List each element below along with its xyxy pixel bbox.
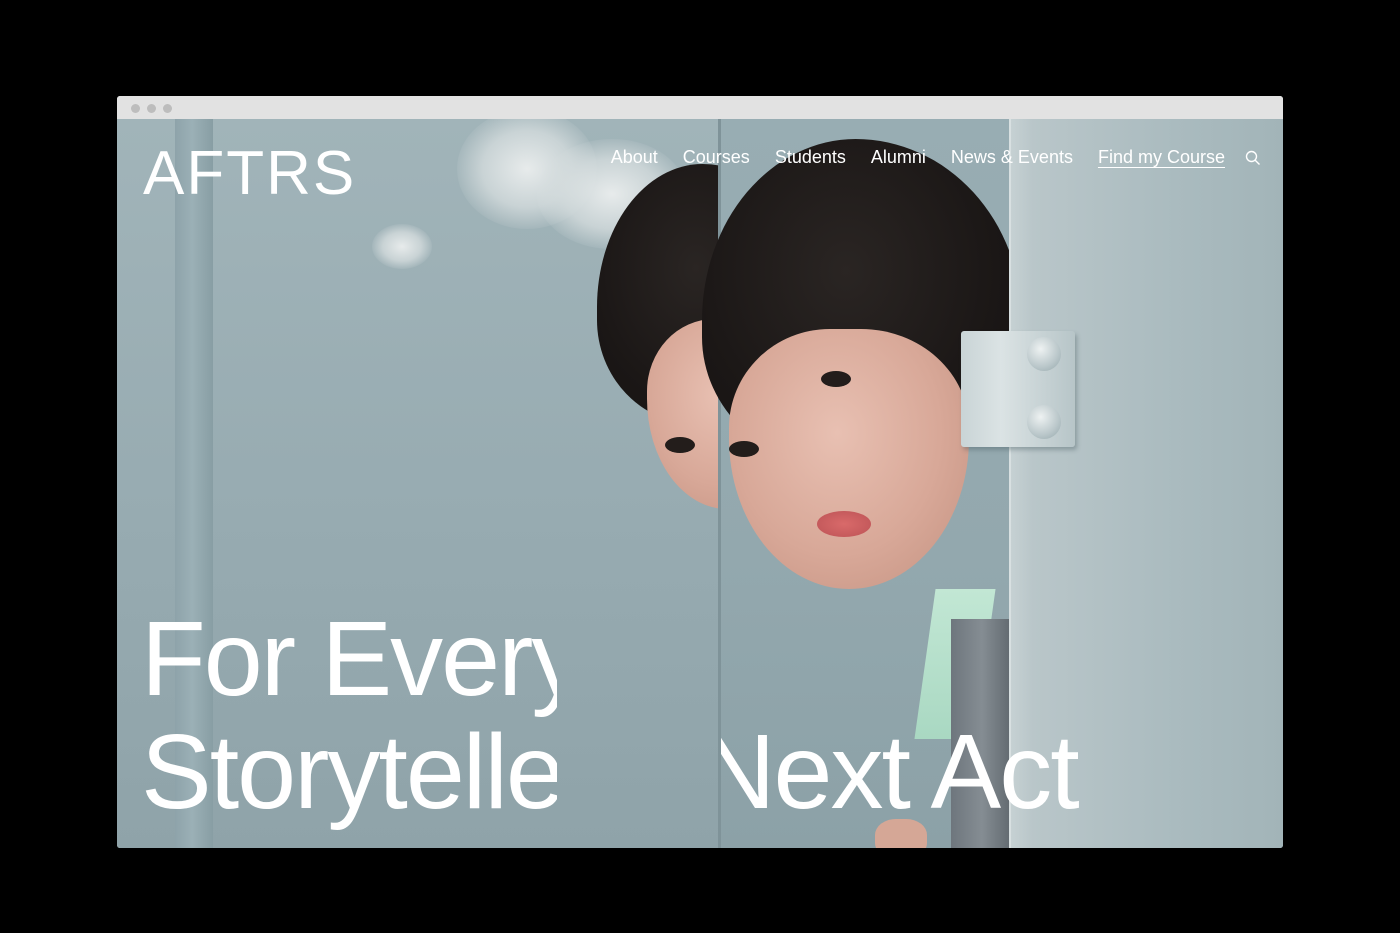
child-lips (817, 511, 871, 537)
site-logo[interactable]: AFTRS (143, 143, 356, 205)
nav-about[interactable]: About (611, 147, 658, 168)
window-dot-icon[interactable] (163, 104, 172, 113)
nav-news-events[interactable]: News & Events (951, 147, 1073, 168)
plaster-patch (372, 224, 432, 269)
child-eye (665, 437, 695, 453)
nav-alumni[interactable]: Alumni (871, 147, 926, 168)
headline-line-2: Storyteller (141, 713, 557, 831)
nav-courses[interactable]: Courses (683, 147, 750, 168)
window-dot-icon[interactable] (147, 104, 156, 113)
headline-line-1: For Every (141, 600, 557, 718)
browser-window: AFTRS About Courses Students Alumni News… (117, 96, 1283, 848)
headline-line-next-act: Next Act (721, 713, 1080, 831)
child-eye (821, 371, 851, 387)
nav-students[interactable]: Students (775, 147, 846, 168)
browser-title-bar (117, 96, 1283, 119)
search-icon[interactable] (1245, 150, 1261, 166)
page-viewport: AFTRS About Courses Students Alumni News… (117, 119, 1283, 848)
nav-find-my-course[interactable]: Find my Course (1098, 147, 1225, 168)
main-nav: About Courses Students Alumni News & Eve… (586, 147, 1261, 168)
door-hinge (961, 331, 1075, 447)
hero-headline-left: For Every Storyteller (141, 594, 557, 848)
child-eye (729, 441, 759, 457)
hero-headline-right: Next Act (721, 594, 1283, 848)
window-dot-icon[interactable] (131, 104, 140, 113)
